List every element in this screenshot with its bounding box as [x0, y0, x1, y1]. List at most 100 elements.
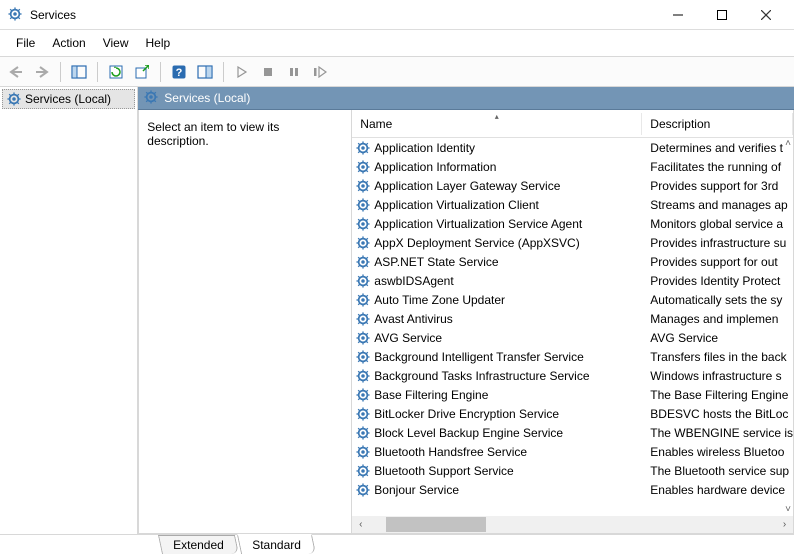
service-row[interactable]: Bluetooth Handsfree ServiceEnables wirel… — [352, 442, 793, 461]
list-rows: Application Identity Determines and verif… — [352, 138, 793, 516]
scroll-right-icon[interactable]: › — [776, 519, 793, 530]
service-name: Base Filtering Engine — [374, 388, 488, 402]
service-row[interactable]: Background Intelligent Transfer ServiceT… — [352, 347, 793, 366]
gear-icon — [356, 407, 370, 421]
column-header-name[interactable]: Name ▴ — [352, 113, 642, 135]
service-description: Provides Identity Protect — [642, 274, 793, 288]
service-row[interactable]: Base Filtering Engine The Base Filtering … — [352, 385, 793, 404]
pause-service-button[interactable] — [282, 60, 306, 84]
service-name: Application Information — [374, 160, 496, 174]
window-controls — [656, 0, 788, 30]
service-description: BDESVC hosts the BitLoc — [642, 407, 793, 421]
window-title: Services — [30, 8, 656, 22]
service-row[interactable]: aswbIDSAgent Provides Identity Protect — [352, 271, 793, 290]
view-tabs: Extended Standard — [0, 532, 794, 554]
toolbar-separator — [160, 62, 161, 82]
service-description: Determines and verifies t — [642, 141, 793, 155]
service-name: Background Intelligent Transfer Service — [374, 350, 583, 364]
services-app-icon — [8, 7, 24, 23]
tree-node-services-local[interactable]: Services (Local) — [2, 89, 135, 109]
service-row[interactable]: Application Layer Gateway ServiceProvide… — [352, 176, 793, 195]
menu-view[interactable]: View — [95, 33, 137, 53]
service-description: Windows infrastructure s — [642, 369, 793, 383]
toolbar-separator — [223, 62, 224, 82]
back-button[interactable] — [4, 60, 28, 84]
help-button[interactable]: ? — [167, 60, 191, 84]
gear-icon — [356, 388, 370, 402]
toolbar: ? — [0, 57, 794, 87]
service-row[interactable]: Application Virtualization ClientStreams… — [352, 195, 793, 214]
service-row[interactable]: Application Information Facilitates the r… — [352, 157, 793, 176]
detail-pane: Select an item to view its description. — [139, 110, 351, 533]
minimize-button[interactable] — [656, 0, 700, 30]
service-name: ASP.NET State Service — [374, 255, 498, 269]
service-row[interactable]: Bonjour ServiceEnables hardware device — [352, 480, 793, 499]
service-row[interactable]: AppX Deployment Service (AppXSVC)Provide… — [352, 233, 793, 252]
gear-icon — [356, 426, 370, 440]
service-name: AppX Deployment Service (AppXSVC) — [374, 236, 579, 250]
service-name: Avast Antivirus — [374, 312, 452, 326]
gear-icon — [356, 369, 370, 383]
service-row[interactable]: Application Virtualization Service Agent… — [352, 214, 793, 233]
service-name: aswbIDSAgent — [374, 274, 453, 288]
tab-standard-label: Standard — [252, 538, 301, 552]
service-row[interactable]: Bluetooth Support ServiceThe Bluetooth s… — [352, 461, 793, 480]
menubar: File Action View Help — [0, 30, 794, 57]
forward-button[interactable] — [30, 60, 54, 84]
gear-icon — [356, 483, 370, 497]
scroll-up-icon[interactable]: ˄ — [785, 138, 791, 149]
service-name: Background Tasks Infrastructure Service — [374, 369, 589, 383]
service-row[interactable]: Avast AntivirusManages and implemen — [352, 309, 793, 328]
refresh-button[interactable] — [104, 60, 128, 84]
show-hide-tree-button[interactable] — [67, 60, 91, 84]
maximize-button[interactable] — [700, 0, 744, 30]
service-name: Application Identity — [374, 141, 475, 155]
column-header-name-label: Name — [360, 117, 392, 131]
gear-icon — [356, 350, 370, 364]
service-row[interactable]: ASP.NET State Service Provides support fo… — [352, 252, 793, 271]
stop-service-button[interactable] — [256, 60, 280, 84]
menu-help[interactable]: Help — [138, 33, 179, 53]
scroll-down-icon[interactable]: ˅ — [785, 504, 791, 515]
tab-extended[interactable]: Extended — [158, 535, 239, 554]
service-name: Application Virtualization Service Agent — [374, 217, 582, 231]
service-name: Application Layer Gateway Service — [374, 179, 560, 193]
export-list-button[interactable] — [130, 60, 154, 84]
service-description: The Base Filtering Engine — [642, 388, 793, 402]
service-description: Provides support for out — [642, 255, 793, 269]
service-row[interactable]: Block Level Backup Engine ServiceThe WBE… — [352, 423, 793, 442]
pane-body: Select an item to view its description. … — [138, 110, 794, 534]
service-row[interactable]: Application Identity Determines and verif… — [352, 138, 793, 157]
list-header: Name ▴ Description — [352, 110, 793, 138]
gear-icon — [7, 92, 21, 106]
tree-node-label: Services (Local) — [25, 92, 111, 106]
service-row[interactable]: Background Tasks Infrastructure Service W… — [352, 366, 793, 385]
titlebar: Services — [0, 0, 794, 30]
properties-button[interactable] — [193, 60, 217, 84]
scroll-left-icon[interactable]: ‹ — [352, 519, 369, 530]
horizontal-scrollbar[interactable]: ‹ › — [352, 516, 793, 533]
scrollbar-thumb[interactable] — [386, 517, 486, 532]
start-service-button[interactable] — [230, 60, 254, 84]
column-header-description[interactable]: Description — [642, 113, 793, 135]
service-description: Enables hardware device — [642, 483, 793, 497]
restart-service-button[interactable] — [308, 60, 332, 84]
close-button[interactable] — [744, 0, 788, 30]
menu-file[interactable]: File — [8, 33, 43, 53]
tab-standard[interactable]: Standard — [237, 534, 316, 554]
service-name: AVG Service — [374, 331, 442, 345]
service-description: Facilitates the running of — [642, 160, 793, 174]
menu-action[interactable]: Action — [44, 33, 93, 53]
gear-icon — [356, 293, 370, 307]
gear-icon — [144, 90, 158, 107]
sort-ascending-icon: ▴ — [495, 112, 499, 121]
detail-prompt: Select an item to view its description. — [147, 120, 279, 148]
service-row[interactable]: Auto Time Zone UpdaterAutomatically sets… — [352, 290, 793, 309]
gear-icon — [356, 141, 370, 155]
service-row[interactable]: AVG ServiceAVG Service — [352, 328, 793, 347]
gear-icon — [356, 464, 370, 478]
gear-icon — [356, 331, 370, 345]
service-description: Automatically sets the sy — [642, 293, 793, 307]
toolbar-separator — [60, 62, 61, 82]
service-row[interactable]: BitLocker Drive Encryption ServiceBDESVC… — [352, 404, 793, 423]
